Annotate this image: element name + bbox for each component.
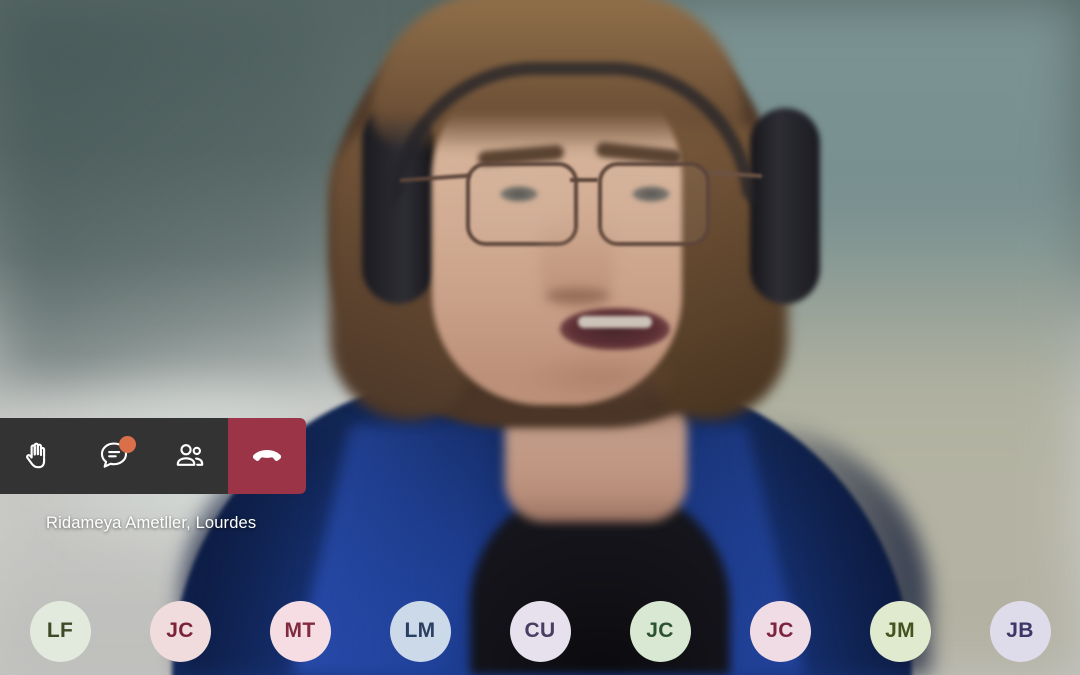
video-call-stage: Ridameya Ametller, Lourdes LF JC MT LM C… (0, 0, 1080, 675)
participant-avatar[interactable]: LM (389, 600, 451, 662)
avatar-slot: CU (480, 600, 600, 662)
participants-button[interactable] (152, 418, 228, 494)
avatar-slot: JM (840, 600, 960, 662)
participants-avatar-strip: LF JC MT LM CU JC JC JM JB (0, 600, 1080, 662)
chat-unread-badge (119, 436, 136, 453)
phone-hangup-icon (252, 449, 282, 461)
people-icon (176, 444, 204, 466)
hand-icon (26, 442, 46, 469)
avatar-slot: JC (720, 600, 840, 662)
participant-avatar[interactable]: JM (869, 600, 931, 662)
active-speaker-video (0, 0, 1080, 675)
avatar-slot: JC (120, 600, 240, 662)
chin-shading (520, 352, 680, 402)
participant-avatar[interactable]: JB (989, 600, 1051, 662)
glasses-right-lens (598, 162, 710, 246)
mouth (560, 308, 670, 350)
call-controls-group (0, 418, 228, 494)
participant-avatar[interactable]: JC (149, 600, 211, 662)
participant-avatar[interactable]: LF (29, 600, 91, 662)
avatar-slot: LF (0, 600, 120, 662)
avatar-slot: MT (240, 600, 360, 662)
raise-hand-button[interactable] (0, 418, 76, 494)
teeth (578, 316, 652, 328)
glasses-bridge (570, 178, 598, 182)
nose-shadow (545, 288, 611, 304)
hangup-button[interactable] (228, 418, 306, 494)
call-controls-toolbar (0, 418, 306, 494)
chat-button[interactable] (76, 418, 152, 494)
avatar-slot: LM (360, 600, 480, 662)
participant-avatar[interactable]: CU (509, 600, 571, 662)
active-speaker-name-label: Ridameya Ametller, Lourdes (46, 514, 257, 532)
avatar-slot: JC (600, 600, 720, 662)
participant-avatar[interactable]: MT (269, 600, 331, 662)
participant-avatar[interactable]: JC (749, 600, 811, 662)
headphone-right-earcup (750, 108, 820, 304)
avatar-slot: JB (960, 600, 1080, 662)
participant-avatar[interactable]: JC (629, 600, 691, 662)
